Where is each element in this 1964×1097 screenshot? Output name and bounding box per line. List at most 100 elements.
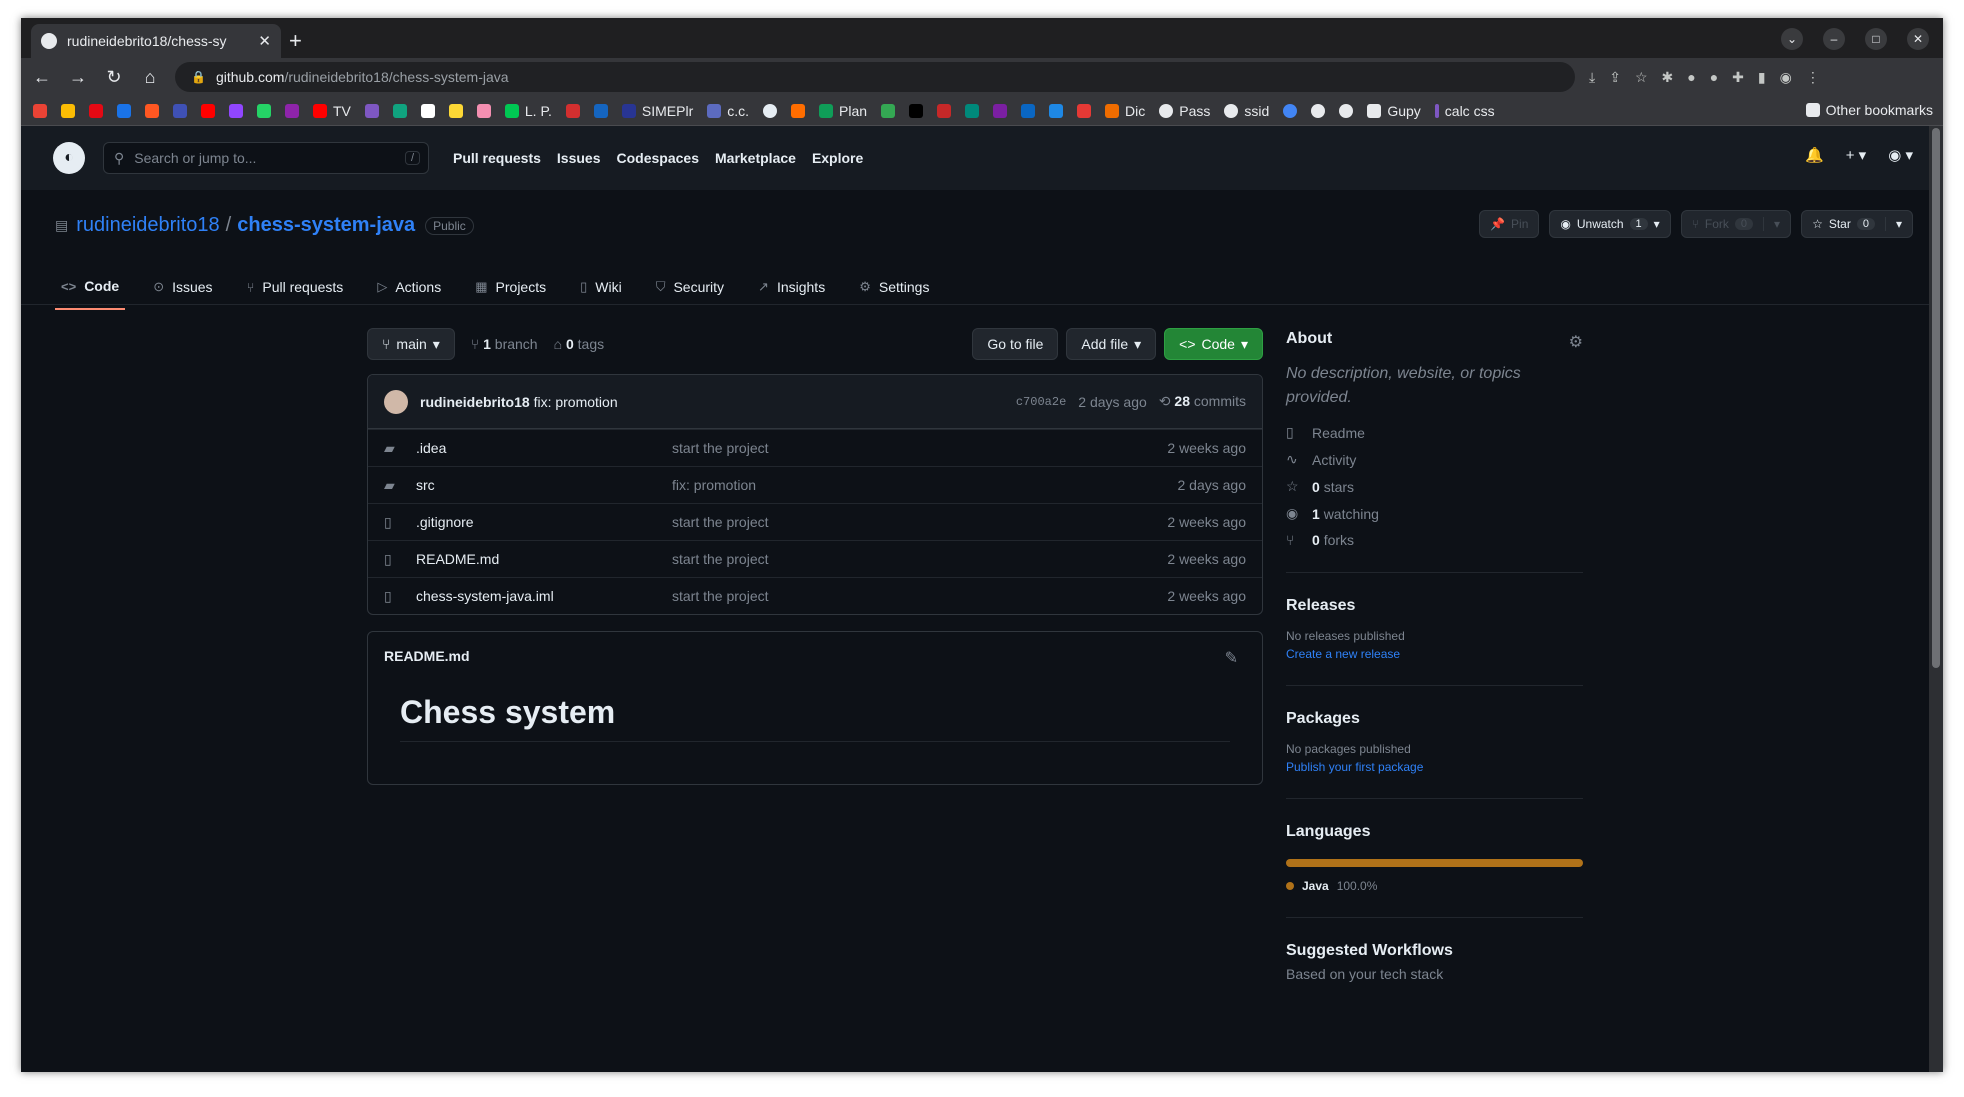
create-new-plus-icon[interactable]: + ▾ (1846, 146, 1866, 164)
install-icon[interactable]: ⤓ (1589, 69, 1595, 86)
new-tab-button[interactable]: + (289, 28, 302, 54)
tags-link[interactable]: ⌂ 0 tags (554, 336, 605, 352)
bookmark-item[interactable] (937, 103, 952, 118)
publish-package-link[interactable]: Publish your first package (1286, 760, 1583, 774)
bookmark-item[interactable] (909, 103, 924, 118)
nav-marketplace[interactable]: Marketplace (715, 150, 796, 166)
bookmark-drive[interactable] (61, 103, 75, 118)
file-row[interactable]: ▯ chess-system-java.iml start the project 2… (368, 577, 1262, 614)
nav-explore[interactable]: Explore (812, 150, 863, 166)
commit-author[interactable]: rudineidebrito18 (420, 394, 530, 410)
tab-search-icon[interactable]: ⌄ (1781, 28, 1803, 50)
bookmark-item[interactable] (965, 103, 980, 118)
file-commit-message[interactable]: fix: promotion (672, 477, 1178, 493)
bookmark-lp[interactable]: L. P. (504, 103, 552, 119)
file-name[interactable]: README.md (416, 551, 672, 567)
fork-button[interactable]: ⑂ Fork 0 ▾ (1680, 210, 1792, 238)
pin-button[interactable]: 📌 Pin (1479, 210, 1540, 238)
bookmark-item[interactable] (392, 103, 407, 118)
bookmark-netflix[interactable] (89, 103, 103, 118)
repo-name-link[interactable]: chess-system-java (237, 214, 415, 237)
bookmark-item[interactable] (145, 103, 159, 118)
code-button[interactable]: <> Code ▾ (1164, 328, 1263, 360)
extension-icon[interactable]: ● (1710, 69, 1718, 86)
reload-icon[interactable]: ↻ (99, 67, 129, 88)
github-logo-icon[interactable]: ◐ (53, 142, 85, 174)
chevron-down-icon[interactable]: ▾ (1884, 217, 1902, 231)
bookmark-item[interactable] (364, 103, 379, 118)
language-item[interactable]: Java 100.0% (1286, 879, 1583, 893)
bookmark-plan[interactable]: Plan (819, 103, 867, 119)
commit-message[interactable]: fix: promotion (534, 394, 618, 410)
bookmark-item[interactable] (565, 103, 580, 118)
bookmark-star-icon[interactable]: ☆ (1635, 69, 1648, 86)
file-commit-message[interactable]: start the project (672, 514, 1167, 530)
side-panel-icon[interactable]: ▮ (1758, 69, 1766, 86)
file-name[interactable]: .idea (416, 440, 672, 456)
bookmark-item[interactable] (173, 103, 187, 118)
file-name[interactable]: src (416, 477, 672, 493)
bookmark-tv[interactable]: TV (313, 103, 351, 119)
file-row[interactable]: ▰ src fix: promotion 2 days ago (368, 466, 1262, 503)
bookmark-simeplr[interactable]: SIMEPlr (621, 103, 693, 119)
profile-avatar-icon[interactable]: ◉ (1780, 69, 1792, 86)
bookmark-item[interactable] (1049, 103, 1064, 118)
bookmark-item[interactable] (285, 103, 299, 118)
bookmark-github[interactable] (763, 103, 778, 118)
search-input[interactable]: ⚲ Search or jump to... / (103, 142, 429, 174)
file-row[interactable]: ▯ README.md start the project 2 weeks ago (368, 540, 1262, 577)
file-name[interactable]: chess-system-java.iml (416, 588, 672, 604)
close-tab-icon[interactable]: ✕ (258, 32, 271, 50)
bookmark-item[interactable] (476, 103, 491, 118)
watching-link[interactable]: ◉ 1 watching (1286, 505, 1583, 522)
bookmark-cc[interactable]: c.c. (707, 103, 749, 119)
nav-codespaces[interactable]: Codespaces (617, 150, 699, 166)
bookmark-item[interactable] (881, 103, 896, 118)
add-file-button[interactable]: Add file ▾ (1066, 328, 1157, 360)
bookmark-twitch[interactable] (229, 103, 243, 118)
nav-issues[interactable]: Issues (557, 150, 601, 166)
bookmark-dic[interactable]: Dic (1105, 103, 1145, 119)
user-avatar-menu[interactable]: ◉ ▾ (1888, 146, 1913, 164)
readme-link[interactable]: ▯ Readme (1286, 424, 1583, 441)
go-to-file-button[interactable]: Go to file (972, 328, 1059, 360)
stars-link[interactable]: ☆ 0 stars (1286, 478, 1583, 495)
bookmark-pass[interactable]: Pass (1159, 103, 1210, 119)
file-commit-message[interactable]: start the project (672, 440, 1167, 456)
bookmark-item[interactable] (117, 103, 131, 118)
extension-icon[interactable]: ● (1687, 69, 1695, 86)
bookmark-calc-css[interactable]: calc css (1434, 103, 1495, 119)
unwatch-button[interactable]: ◉ Unwatch 1 ▾ (1549, 210, 1671, 238)
file-commit-message[interactable]: start the project (672, 551, 1167, 567)
back-icon[interactable]: ← (27, 67, 57, 88)
maximize-button[interactable]: □ (1865, 28, 1887, 50)
nav-pull-requests[interactable]: Pull requests (453, 150, 541, 166)
notifications-bell-icon[interactable]: 🔔 (1805, 146, 1824, 164)
extension-icon[interactable]: ✱ (1662, 69, 1674, 86)
packages-title[interactable]: Packages (1286, 710, 1583, 728)
gear-icon[interactable]: ⚙ (1569, 332, 1583, 352)
file-commit-message[interactable]: start the project (672, 588, 1167, 604)
file-name[interactable]: .gitignore (416, 514, 672, 530)
home-icon[interactable]: ⌂ (135, 67, 165, 88)
forks-link[interactable]: ⑂ 0 forks (1286, 532, 1583, 548)
file-row[interactable]: ▰ .idea start the project 2 weeks ago (368, 429, 1262, 466)
bookmark-item[interactable] (1339, 103, 1354, 118)
bookmark-item[interactable] (993, 103, 1008, 118)
browser-tab[interactable]: rudineidebrito18/chess-sy ✕ (31, 24, 281, 58)
branches-link[interactable]: ⑂ 1 branch (471, 336, 538, 352)
bookmark-item[interactable] (448, 103, 463, 118)
releases-title[interactable]: Releases (1286, 597, 1583, 615)
file-row[interactable]: ▯ .gitignore start the project 2 weeks ago (368, 503, 1262, 540)
bookmark-item[interactable] (1311, 103, 1326, 118)
commits-link[interactable]: ⟲ 28 commits (1159, 393, 1246, 410)
bookmark-item[interactable] (201, 103, 215, 118)
bookmark-linkedin[interactable] (1021, 103, 1036, 118)
bookmark-item[interactable] (1283, 103, 1298, 118)
extensions-puzzle-icon[interactable]: ✚ (1732, 69, 1744, 86)
bookmark-ssid[interactable]: ssid (1224, 103, 1269, 119)
page-scrollbar[interactable] (1929, 126, 1943, 1072)
share-icon[interactable]: ⇪ (1609, 69, 1621, 86)
menu-icon[interactable]: ⋮ (1806, 69, 1820, 86)
chevron-down-icon[interactable]: ▾ (1763, 217, 1780, 231)
